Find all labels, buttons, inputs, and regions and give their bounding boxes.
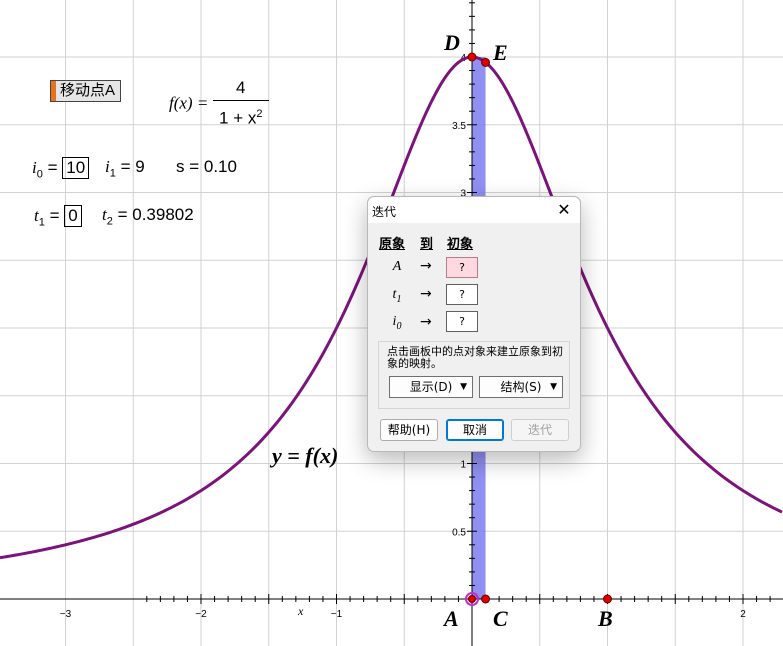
move-point-a-button[interactable]: 移动点A	[50, 80, 122, 102]
i0-value[interactable]: 10	[62, 157, 90, 179]
column-header-to: 到	[420, 237, 434, 252]
row-source-a: A	[390, 259, 404, 275]
display-dropdown-label: 显示(D)	[409, 380, 453, 394]
i0-sub: 0	[36, 168, 43, 181]
point-c[interactable]	[481, 594, 491, 604]
column-header-target: 初象	[447, 237, 474, 252]
dialog-title: 迭代	[372, 205, 397, 219]
fraction-denominator: 1 + x2	[213, 101, 268, 132]
target-field-a[interactable]: ?	[446, 257, 478, 278]
x-axis-label: x	[298, 604, 304, 618]
point-label-d: D	[444, 30, 460, 55]
iterate-button[interactable]: 迭代	[511, 419, 569, 441]
parameter-t1[interactable]: t1 = 0	[34, 205, 82, 228]
parameter-t2: t2 = 0.39802	[102, 205, 194, 227]
function-label: f(x) =	[169, 93, 209, 113]
parameter-i1: i1 = 9	[105, 157, 145, 179]
y-tick-label: 3.5	[452, 121, 466, 132]
i1-value: = 9	[120, 157, 145, 176]
point-a[interactable]	[468, 595, 476, 603]
point-label-c: C	[493, 606, 508, 631]
arrow-icon: →	[420, 258, 432, 274]
caret-down-icon: ▼	[460, 382, 467, 392]
hint-text: 点击画板中的点对象来建立原象到初象的映射。	[387, 345, 563, 370]
point-b[interactable]	[603, 594, 612, 604]
point-label-b: B	[598, 606, 613, 631]
parameter-s: s = 0.10	[176, 157, 237, 176]
target-field-i0[interactable]: ?	[446, 311, 478, 332]
point-d[interactable]	[467, 52, 477, 62]
y-tick-label: 0.5	[452, 527, 466, 538]
structure-dropdown-label: 结构(S)	[500, 380, 542, 394]
row-source-t1-sub: 1	[396, 293, 402, 305]
i1-sub: 1	[109, 167, 116, 180]
row-source-i0-sub: 0	[396, 320, 402, 332]
y-tick-label: 1	[460, 460, 466, 471]
t1-value[interactable]: 0	[64, 205, 82, 227]
point-e[interactable]	[481, 57, 491, 67]
curve-label: y = f(x)	[272, 443, 339, 468]
display-dropdown[interactable]: 显示(D) ▼	[389, 376, 473, 398]
point-label-a: A	[444, 606, 459, 631]
arrow-icon: →	[420, 314, 432, 330]
fraction-numerator: 4	[213, 76, 269, 101]
parameter-i0[interactable]: i0 = 10	[32, 157, 90, 181]
cancel-button[interactable]: 取消	[446, 419, 504, 441]
structure-dropdown[interactable]: 结构(S) ▼	[479, 376, 563, 398]
x-tick-label: −1	[331, 609, 343, 620]
column-header-source: 原象	[379, 237, 406, 252]
dialog-titlebar[interactable]: 迭代 ✕	[368, 197, 580, 223]
denominator-exponent: 2	[256, 108, 263, 120]
caret-down-icon: ▼	[550, 382, 557, 392]
target-field-t1[interactable]: ?	[446, 284, 478, 305]
t1-sub: 1	[38, 216, 45, 229]
denominator-base: 1 + x	[219, 108, 257, 128]
t2-sub: 2	[106, 215, 113, 228]
point-label-e: E	[493, 40, 508, 65]
arrow-icon: →	[420, 286, 432, 302]
row-source-t1: t1	[390, 287, 404, 305]
t2-value: = 0.39802	[117, 205, 194, 224]
function-fraction: 4 1 + x2	[213, 76, 269, 132]
iterate-dialog[interactable]: 迭代 ✕ 原象 到 初象 A → ? t1 → ? i0 → ? 点击画板中的点…	[367, 196, 581, 452]
hint-panel: 点击画板中的点对象来建立原象到初象的映射。 显示(D) ▼ 结构(S) ▼	[378, 341, 570, 409]
x-tick-label: 2	[740, 609, 746, 620]
x-tick-label: −2	[195, 609, 207, 620]
row-source-a-label: A	[392, 259, 402, 274]
help-button[interactable]: 帮助(H)	[380, 419, 438, 441]
row-source-i0: i0	[390, 314, 404, 332]
close-icon[interactable]: ✕	[554, 200, 574, 220]
function-definition: f(x) = 4 1 + x2	[169, 76, 269, 132]
x-tick-label: −3	[60, 609, 72, 620]
